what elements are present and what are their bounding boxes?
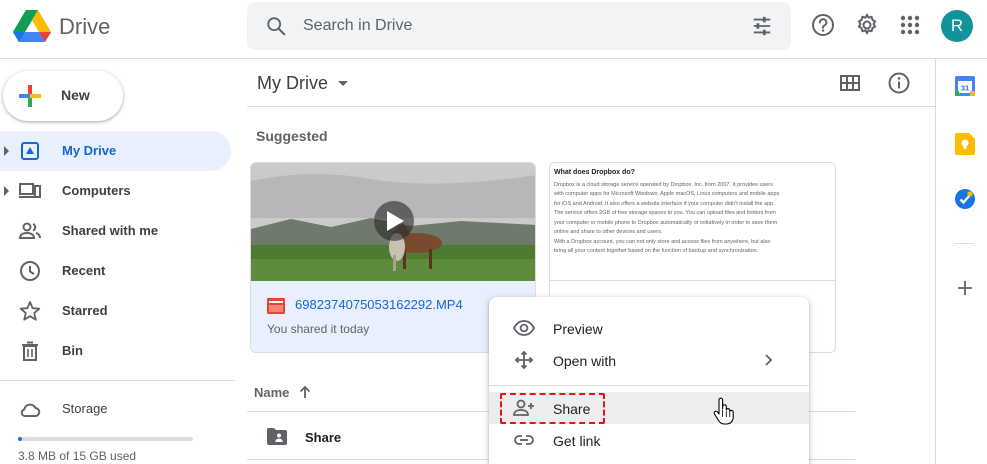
sidebar-item-computers[interactable]: Computers xyxy=(0,171,231,211)
share-highlight-box xyxy=(500,393,605,424)
row-file-name[interactable]: Share xyxy=(305,430,341,445)
sidebar-item-my-drive[interactable]: My Drive xyxy=(0,131,231,171)
avatar[interactable]: R xyxy=(941,10,973,42)
move-icon xyxy=(514,350,534,370)
expand-caret-icon[interactable] xyxy=(4,186,9,196)
add-icon[interactable] xyxy=(957,280,973,296)
link-icon xyxy=(514,435,534,445)
sidebar-item-label: Computers xyxy=(62,183,131,198)
calendar-icon[interactable]: 31 xyxy=(955,76,975,96)
apps-grid-icon[interactable] xyxy=(897,12,923,38)
expand-caret-icon[interactable] xyxy=(4,146,9,156)
arrow-up-icon[interactable] xyxy=(297,384,313,400)
document-line: your computer or mobile phone to Dropbox… xyxy=(554,219,778,226)
document-title: What does Dropbox do? xyxy=(554,169,635,176)
side-panel-divider xyxy=(954,243,974,244)
context-menu: Preview Open with Share Get link xyxy=(489,297,809,464)
document-line: Dropbox is a cloud storage service opera… xyxy=(554,181,773,188)
shared-folder-icon xyxy=(267,428,287,445)
search-icon[interactable] xyxy=(265,15,287,37)
document-line: With a Dropbox account, you can not only… xyxy=(554,238,771,245)
new-button-label: New xyxy=(61,87,90,103)
eye-icon xyxy=(513,320,535,336)
keep-icon[interactable] xyxy=(955,133,975,155)
app-name: Drive xyxy=(59,14,111,39)
clock-icon xyxy=(20,261,40,281)
menu-item-get-link[interactable]: Get link xyxy=(489,424,809,456)
sidebar-item-label: My Drive xyxy=(62,143,117,158)
drive-window: Drive Search in Drive R New My Drive Com… xyxy=(0,0,987,464)
sidebar-item-label: Recent xyxy=(62,263,106,278)
drive-icon xyxy=(21,142,39,160)
sidebar-item-shared-with-me[interactable]: Shared with me xyxy=(0,211,231,251)
suggested-heading: Suggested xyxy=(256,128,328,144)
menu-item-label: Preview xyxy=(553,321,603,337)
cloud-icon xyxy=(20,403,41,417)
trash-icon xyxy=(22,341,38,361)
help-icon[interactable] xyxy=(810,12,836,38)
chevron-right-icon xyxy=(765,354,773,366)
sidebar-item-label: Bin xyxy=(62,343,83,358)
sidebar-item-label: Shared with me xyxy=(62,223,159,238)
page-title[interactable]: My Drive xyxy=(257,73,328,94)
document-line: with computer apps for Microsoft Windows… xyxy=(554,191,780,197)
storage-bar-fill xyxy=(18,437,22,441)
document-line: bring all your content together based on… xyxy=(554,248,759,254)
plus-icon xyxy=(19,85,41,107)
storage-bar xyxy=(18,437,193,441)
info-icon[interactable] xyxy=(887,71,911,95)
tasks-icon[interactable] xyxy=(954,188,976,210)
search-input[interactable] xyxy=(303,14,723,38)
document-line: online and share to other devices and us… xyxy=(554,229,663,235)
name-column-header[interactable]: Name xyxy=(254,385,289,400)
menu-item-open-with[interactable]: Open with xyxy=(489,344,809,376)
sidebar-item-starred[interactable]: Starred xyxy=(0,291,231,331)
hand-cursor-icon xyxy=(713,397,734,425)
settings-icon[interactable] xyxy=(854,12,880,38)
menu-divider xyxy=(489,385,809,386)
chevron-down-icon[interactable] xyxy=(338,81,348,86)
new-button[interactable]: New xyxy=(3,71,123,121)
document-line: The service offers 2GB of free storage s… xyxy=(554,210,776,216)
sidebar-item-label: Storage xyxy=(62,401,108,416)
sidebar-item-storage[interactable]: Storage xyxy=(0,389,231,429)
computer-icon xyxy=(19,183,41,198)
document-thumbnail[interactable]: What does Dropbox do? Dropbox is a cloud… xyxy=(550,163,835,281)
top-bar: Drive Search in Drive R xyxy=(0,0,987,59)
calendar-day: 31 xyxy=(961,84,969,93)
storage-usage-text: 3.8 MB of 15 GB used xyxy=(18,449,137,463)
sidebar-divider xyxy=(0,380,235,381)
grid-view-icon[interactable] xyxy=(839,72,861,94)
menu-item-label: Get link xyxy=(553,433,601,449)
file-activity: You shared it today xyxy=(267,322,370,336)
menu-item-label: Open with xyxy=(553,353,617,369)
star-icon xyxy=(19,301,41,321)
people-icon xyxy=(19,222,41,239)
search-bar[interactable] xyxy=(247,2,791,50)
menu-item-preview[interactable]: Preview xyxy=(489,312,809,344)
document-line: for iOS and Android. It also offers a we… xyxy=(554,200,775,207)
file-name[interactable]: 6982374075053162292.MP4 xyxy=(295,297,463,312)
sidebar-item-recent[interactable]: Recent xyxy=(0,251,231,291)
video-file-icon xyxy=(267,298,285,314)
sidebar-item-bin[interactable]: Bin xyxy=(0,331,231,371)
sidebar-item-label: Starred xyxy=(62,303,108,318)
main-header: My Drive xyxy=(247,59,935,107)
side-panel: 31 xyxy=(935,59,987,464)
video-thumbnail[interactable] xyxy=(251,163,536,281)
tune-icon[interactable] xyxy=(751,15,773,37)
drive-logo-icon[interactable] xyxy=(12,8,52,44)
